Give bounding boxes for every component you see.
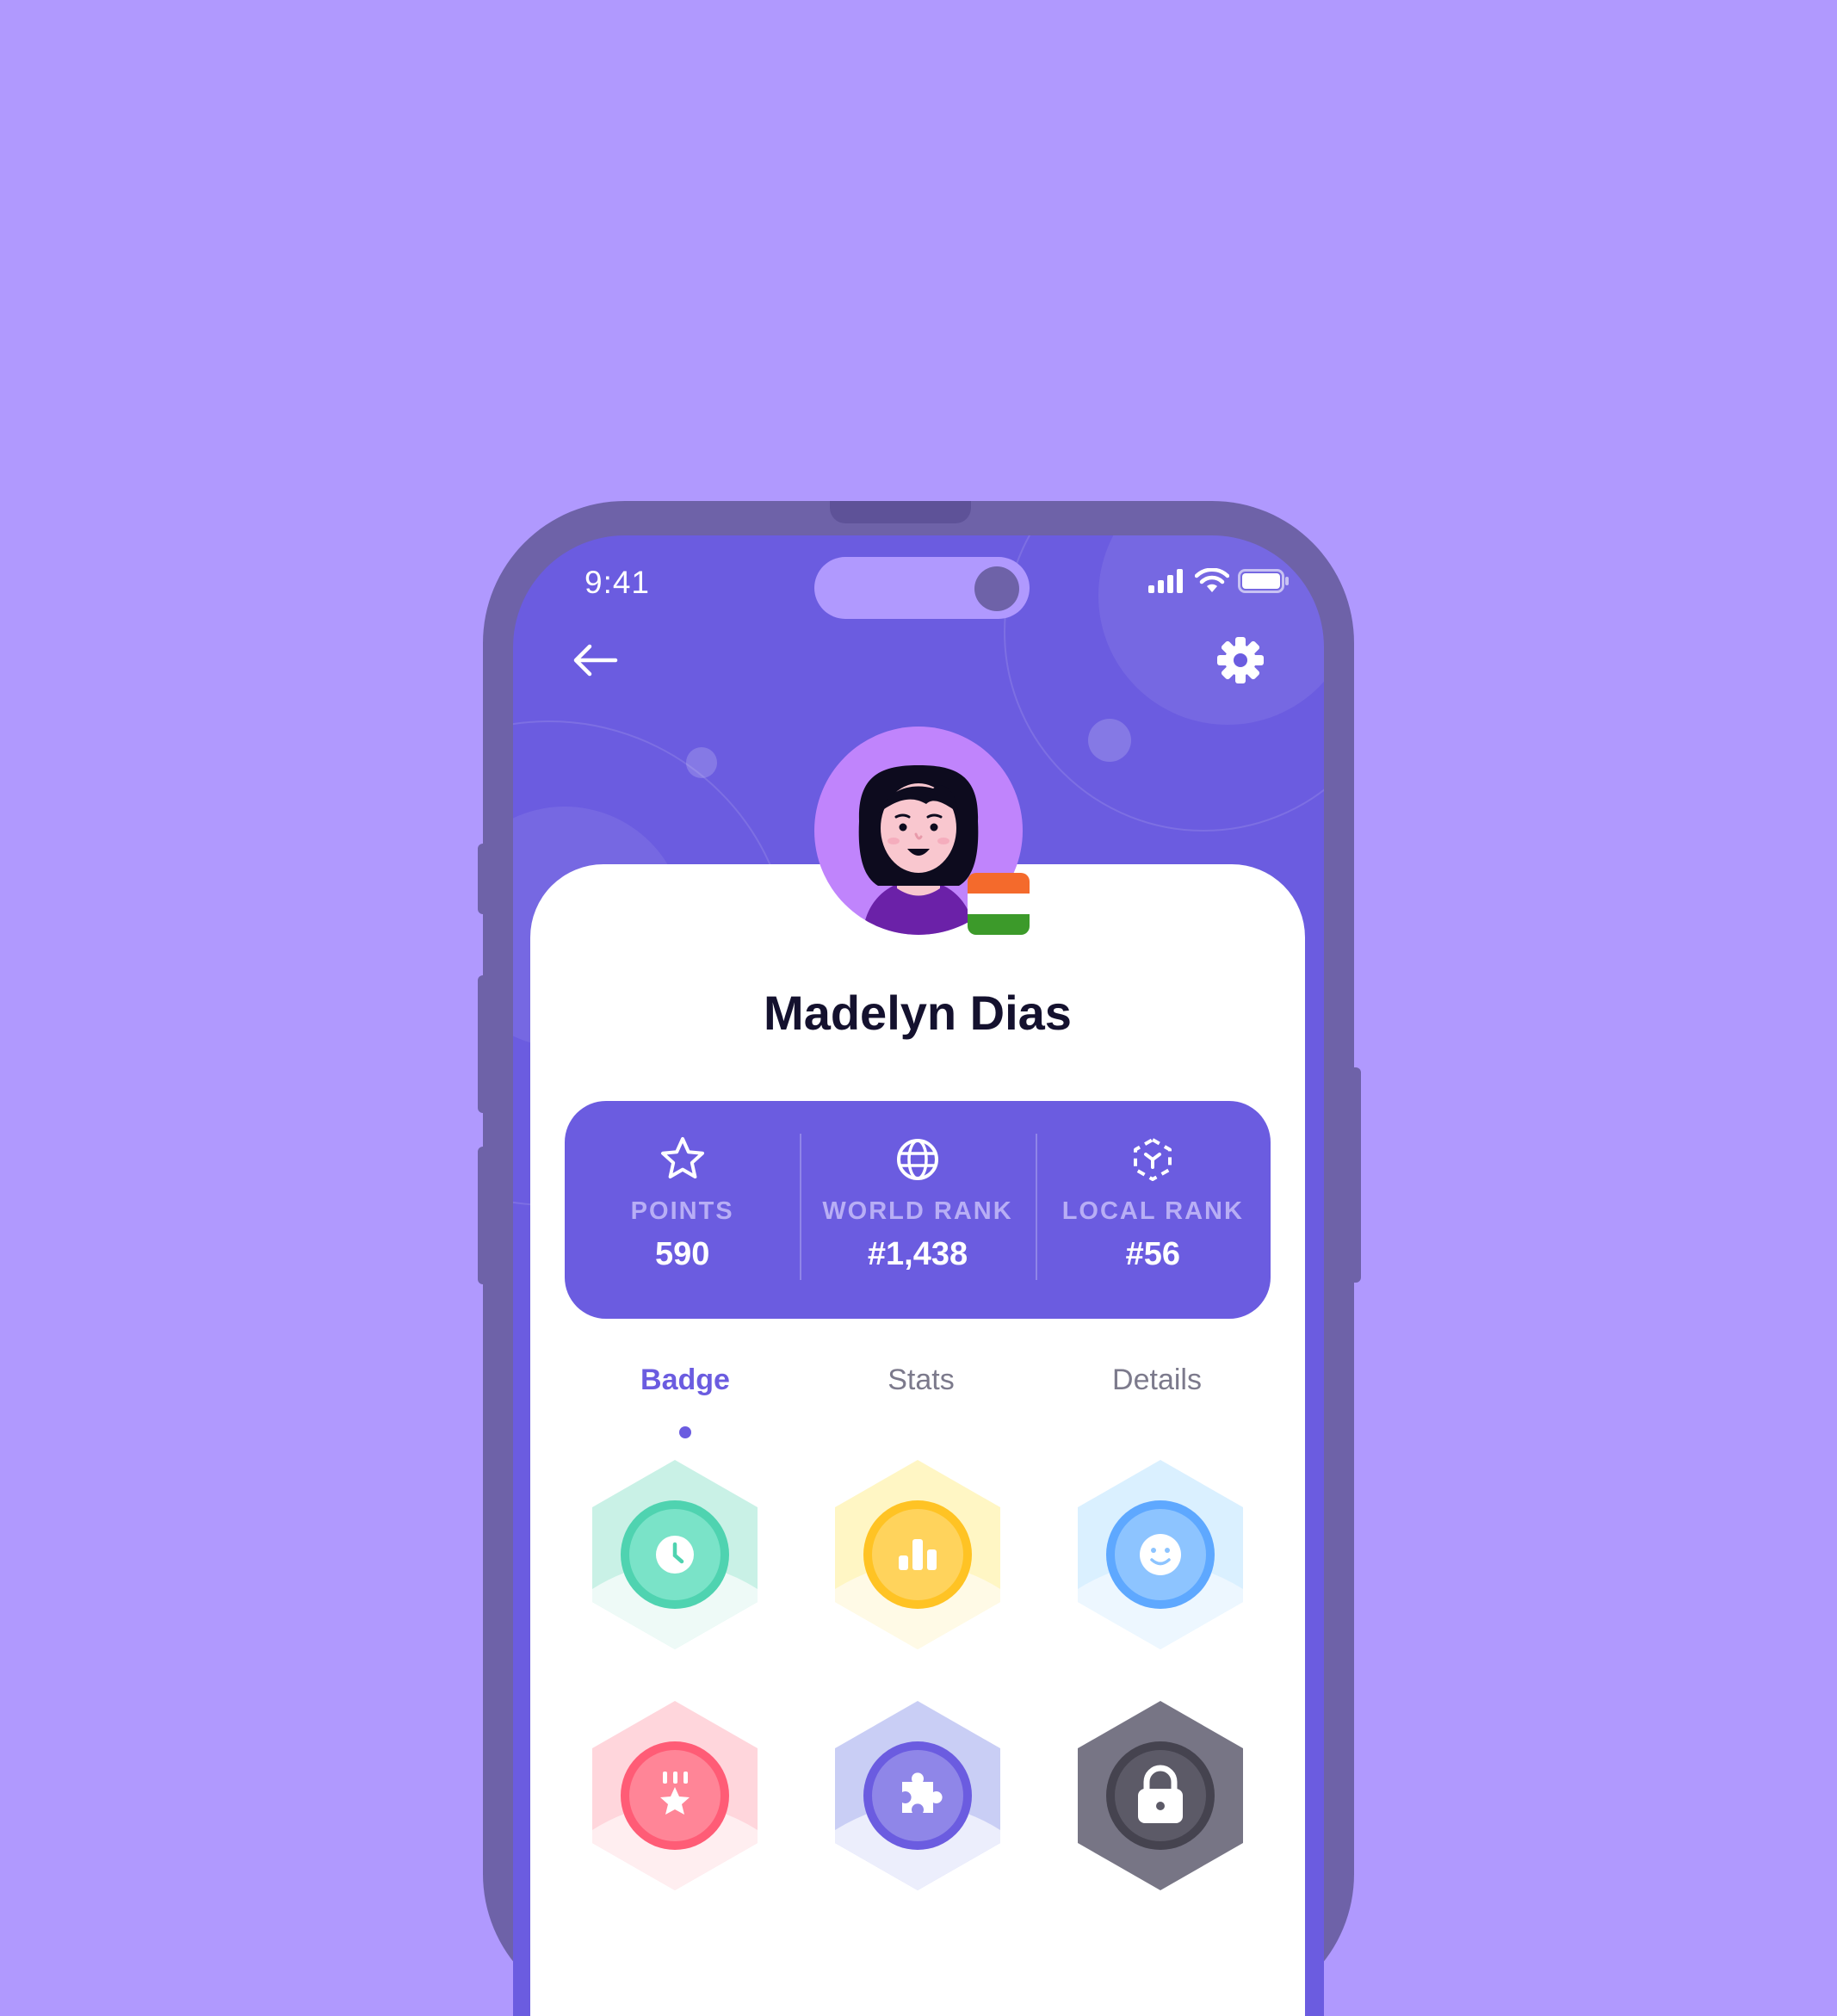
phone-frame: 9:41 Madelyn Dias POINTS 590 WORLD RANK … — [483, 501, 1354, 2016]
stat-local-rank[interactable]: LOCAL RANK #56 — [1035, 1101, 1271, 1319]
wifi-icon — [1195, 568, 1229, 592]
power-button — [1349, 1067, 1361, 1283]
badge-clock[interactable] — [592, 1460, 758, 1649]
badge-locked[interactable] — [1078, 1701, 1243, 1890]
stats-panel: POINTS 590 WORLD RANK #1,438 LOCAL RANK … — [565, 1101, 1271, 1319]
stat-points[interactable]: POINTS 590 — [565, 1101, 800, 1319]
star-icon — [660, 1137, 704, 1178]
profile-name: Madelyn Dias — [764, 986, 1072, 1040]
smile-icon — [1140, 1534, 1181, 1575]
camera-dot — [974, 566, 1019, 611]
status-icons — [1148, 568, 1290, 594]
stat-local-rank-label: LOCAL RANK — [1061, 1197, 1244, 1225]
battery-icon — [1238, 569, 1289, 593]
badge-chart[interactable] — [835, 1460, 1000, 1649]
tab-badge[interactable]: Badge — [591, 1364, 780, 1397]
stat-world-rank-label: WORLD RANK — [822, 1197, 1013, 1225]
settings-button[interactable] — [1210, 630, 1271, 690]
stat-world-rank[interactable]: WORLD RANK #1,438 — [800, 1101, 1035, 1319]
stat-local-rank-value: #56 — [1125, 1236, 1181, 1272]
tab-active-indicator — [679, 1426, 691, 1438]
app-screen: 9:41 Madelyn Dias POINTS 590 WORLD RANK … — [513, 535, 1324, 2016]
arrow-left-icon — [573, 644, 618, 677]
profile-card: Madelyn Dias POINTS 590 WORLD RANK #1,43… — [530, 864, 1305, 2016]
status-time: 9:41 — [584, 565, 651, 600]
badge-puzzle[interactable] — [835, 1701, 1000, 1890]
dynamic-island — [814, 557, 1030, 619]
india-flag — [968, 873, 1030, 935]
signal-icon — [1148, 569, 1183, 593]
badge-smile[interactable] — [1078, 1460, 1243, 1649]
volume-down-button — [478, 1147, 490, 1284]
bg-decor-dot-2 — [686, 747, 717, 778]
globe-icon — [896, 1139, 938, 1180]
clock-icon — [656, 1536, 694, 1574]
tab-bar: Badge Stats Details — [530, 1364, 1305, 1438]
tab-stats[interactable]: Stats — [826, 1364, 1016, 1397]
tab-details[interactable]: Details — [1062, 1364, 1252, 1397]
mute-switch — [478, 844, 490, 914]
local-rank-icon — [1134, 1138, 1172, 1181]
gear-icon — [1217, 637, 1264, 683]
stat-points-label: POINTS — [630, 1197, 734, 1225]
volume-up-button — [478, 975, 490, 1113]
back-button[interactable] — [565, 630, 625, 690]
stat-world-rank-value: #1,438 — [867, 1236, 968, 1272]
bg-decor-dot-1 — [1088, 719, 1131, 762]
stat-points-value: 590 — [654, 1236, 710, 1272]
badge-medal[interactable] — [592, 1701, 758, 1890]
phone-top-edge — [830, 501, 971, 523]
